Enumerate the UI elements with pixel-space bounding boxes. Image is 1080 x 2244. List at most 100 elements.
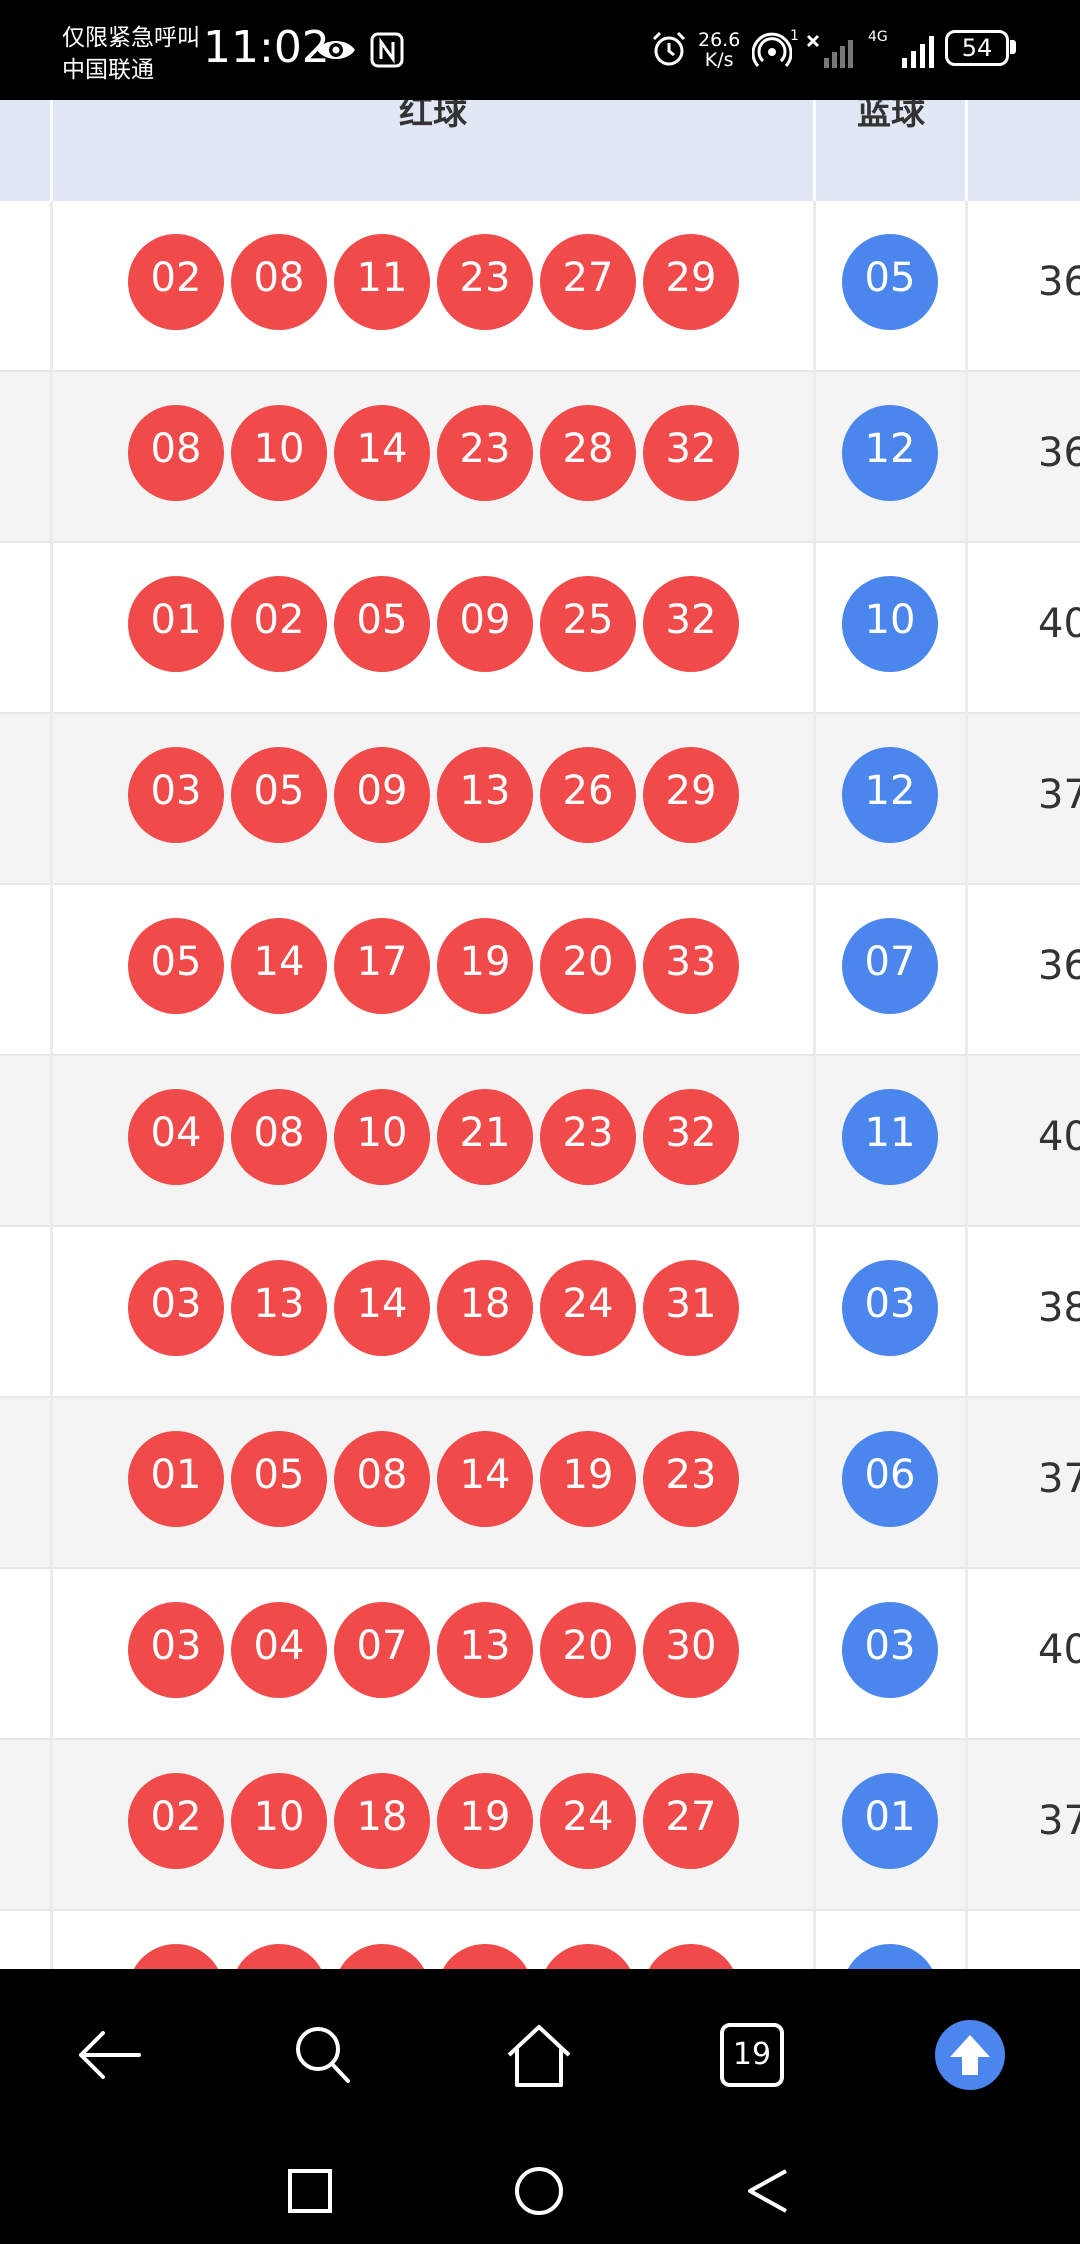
red-ball: 01 xyxy=(128,1431,224,1527)
red-ball: 23 xyxy=(437,405,533,501)
battery-icon: 54 xyxy=(945,30,1009,66)
red-ball xyxy=(334,1944,430,1969)
header-divider xyxy=(965,100,968,201)
red-ball: 10 xyxy=(231,405,327,501)
red-ball: 30 xyxy=(643,1602,739,1698)
lottery-results-table[interactable]: 红球 蓝球 02 08 11 23 27 29 05 36 08 10 14 23 28 32 12 36 01… xyxy=(0,100,1080,1969)
red-ball: 05 xyxy=(128,918,224,1014)
search-icon[interactable] xyxy=(286,2019,358,2091)
table-row: 03 04 07 13 20 30 03 40 xyxy=(0,1569,1080,1740)
signal-strength-icon xyxy=(902,36,934,68)
red-ball: 18 xyxy=(334,1773,430,1869)
red-ball: 04 xyxy=(128,1089,224,1185)
blue-ball: 07 xyxy=(842,918,938,1014)
recents-icon[interactable] xyxy=(282,2163,338,2219)
red-ball: 14 xyxy=(334,1260,430,1356)
red-ball xyxy=(231,1944,327,1969)
red-ball: 18 xyxy=(437,1260,533,1356)
red-ball: 19 xyxy=(437,918,533,1014)
home-icon[interactable] xyxy=(503,2019,575,2091)
header-blue-ball: 蓝球 xyxy=(857,100,925,133)
red-ball: 13 xyxy=(231,1260,327,1356)
table-row xyxy=(0,1911,1080,1969)
table-header: 红球 蓝球 xyxy=(0,100,1080,201)
header-divider xyxy=(50,100,53,201)
blue-ball: 01 xyxy=(842,1773,938,1869)
carrier-label: 中国联通 xyxy=(62,57,154,83)
red-ball: 31 xyxy=(643,1260,739,1356)
header-red-balls: 红球 xyxy=(399,100,467,133)
blue-ball-cell: 07 xyxy=(842,918,938,1014)
network-type: 4G xyxy=(868,29,888,45)
nfc-icon xyxy=(370,32,404,68)
red-ball: 13 xyxy=(437,1602,533,1698)
red-ball: 21 xyxy=(437,1089,533,1185)
back-triangle-icon[interactable] xyxy=(742,2163,798,2219)
blue-ball-cell: 03 xyxy=(842,1602,938,1698)
home-circle-icon[interactable] xyxy=(511,2163,567,2219)
red-ball: 33 xyxy=(643,918,739,1014)
blue-ball-cell: 11 xyxy=(842,1089,938,1185)
red-ball: 23 xyxy=(437,234,533,330)
red-ball: 05 xyxy=(231,747,327,843)
emergency-calls-only-label: 仅限紧急呼叫 xyxy=(62,25,200,51)
alarm-icon xyxy=(652,31,686,66)
table-row: 05 14 17 19 20 33 07 36 xyxy=(0,885,1080,1056)
red-ball: 24 xyxy=(540,1773,636,1869)
battery-tip xyxy=(1010,40,1016,54)
blue-ball: 06 xyxy=(842,1431,938,1527)
table-row: 02 08 11 23 27 29 05 36 xyxy=(0,201,1080,372)
red-ball: 01 xyxy=(128,576,224,672)
eye-icon xyxy=(317,41,355,59)
table-row: 01 02 05 09 25 32 10 40 xyxy=(0,543,1080,714)
red-ball: 07 xyxy=(334,1602,430,1698)
blue-ball-cell: 10 xyxy=(842,576,938,672)
blue-ball-cell: 12 xyxy=(842,405,938,501)
blue-ball: 03 xyxy=(842,1602,938,1698)
network-speed-value: 26.6 xyxy=(698,29,741,51)
red-ball: 09 xyxy=(437,576,533,672)
blue-ball: 05 xyxy=(842,234,938,330)
red-ball: 10 xyxy=(231,1773,327,1869)
red-ball: 13 xyxy=(437,747,533,843)
blue-ball-cell: 03 xyxy=(842,1260,938,1356)
back-icon[interactable] xyxy=(73,2019,145,2091)
sum-value: 37 xyxy=(1038,1798,1080,1844)
blue-ball: 11 xyxy=(842,1089,938,1185)
red-ball: 03 xyxy=(128,747,224,843)
clock: 11:02 xyxy=(203,22,330,73)
blue-ball: 10 xyxy=(842,576,938,672)
sum-value: 40 xyxy=(1038,1114,1080,1160)
red-ball: 10 xyxy=(334,1089,430,1185)
column-divider xyxy=(965,100,968,1969)
red-ball: 08 xyxy=(128,405,224,501)
table-row: 01 05 08 14 19 23 06 37 xyxy=(0,1398,1080,1569)
blue-ball-cell: 06 xyxy=(842,1431,938,1527)
red-ball: 20 xyxy=(540,1602,636,1698)
sum-value: 36 xyxy=(1038,943,1080,989)
red-ball: 29 xyxy=(643,747,739,843)
table-row: 02 10 18 19 24 27 01 37 xyxy=(0,1740,1080,1911)
red-ball: 17 xyxy=(334,918,430,1014)
red-ball: 03 xyxy=(128,1602,224,1698)
red-ball: 04 xyxy=(231,1602,327,1698)
red-ball: 24 xyxy=(540,1260,636,1356)
tab-count: 19 xyxy=(732,2037,772,2072)
red-ball: 08 xyxy=(231,1089,327,1185)
red-ball: 32 xyxy=(643,576,739,672)
sum-value: 37 xyxy=(1038,772,1080,818)
red-ball xyxy=(643,1944,739,1969)
network-speed: 26.6 K/s xyxy=(698,30,740,70)
red-ball: 14 xyxy=(437,1431,533,1527)
sum-value: 36 xyxy=(1038,259,1080,305)
red-ball: 19 xyxy=(540,1431,636,1527)
red-ball: 02 xyxy=(128,1773,224,1869)
sum-value: 36 xyxy=(1038,430,1080,476)
scroll-top-icon[interactable] xyxy=(934,2019,1006,2091)
tabs-icon[interactable]: 19 xyxy=(720,2023,784,2087)
red-ball: 08 xyxy=(334,1431,430,1527)
red-ball: 23 xyxy=(540,1089,636,1185)
column-divider xyxy=(50,100,53,1969)
sum-value: 38 xyxy=(1038,1285,1080,1331)
wifi-hotspot-icon xyxy=(752,32,792,68)
